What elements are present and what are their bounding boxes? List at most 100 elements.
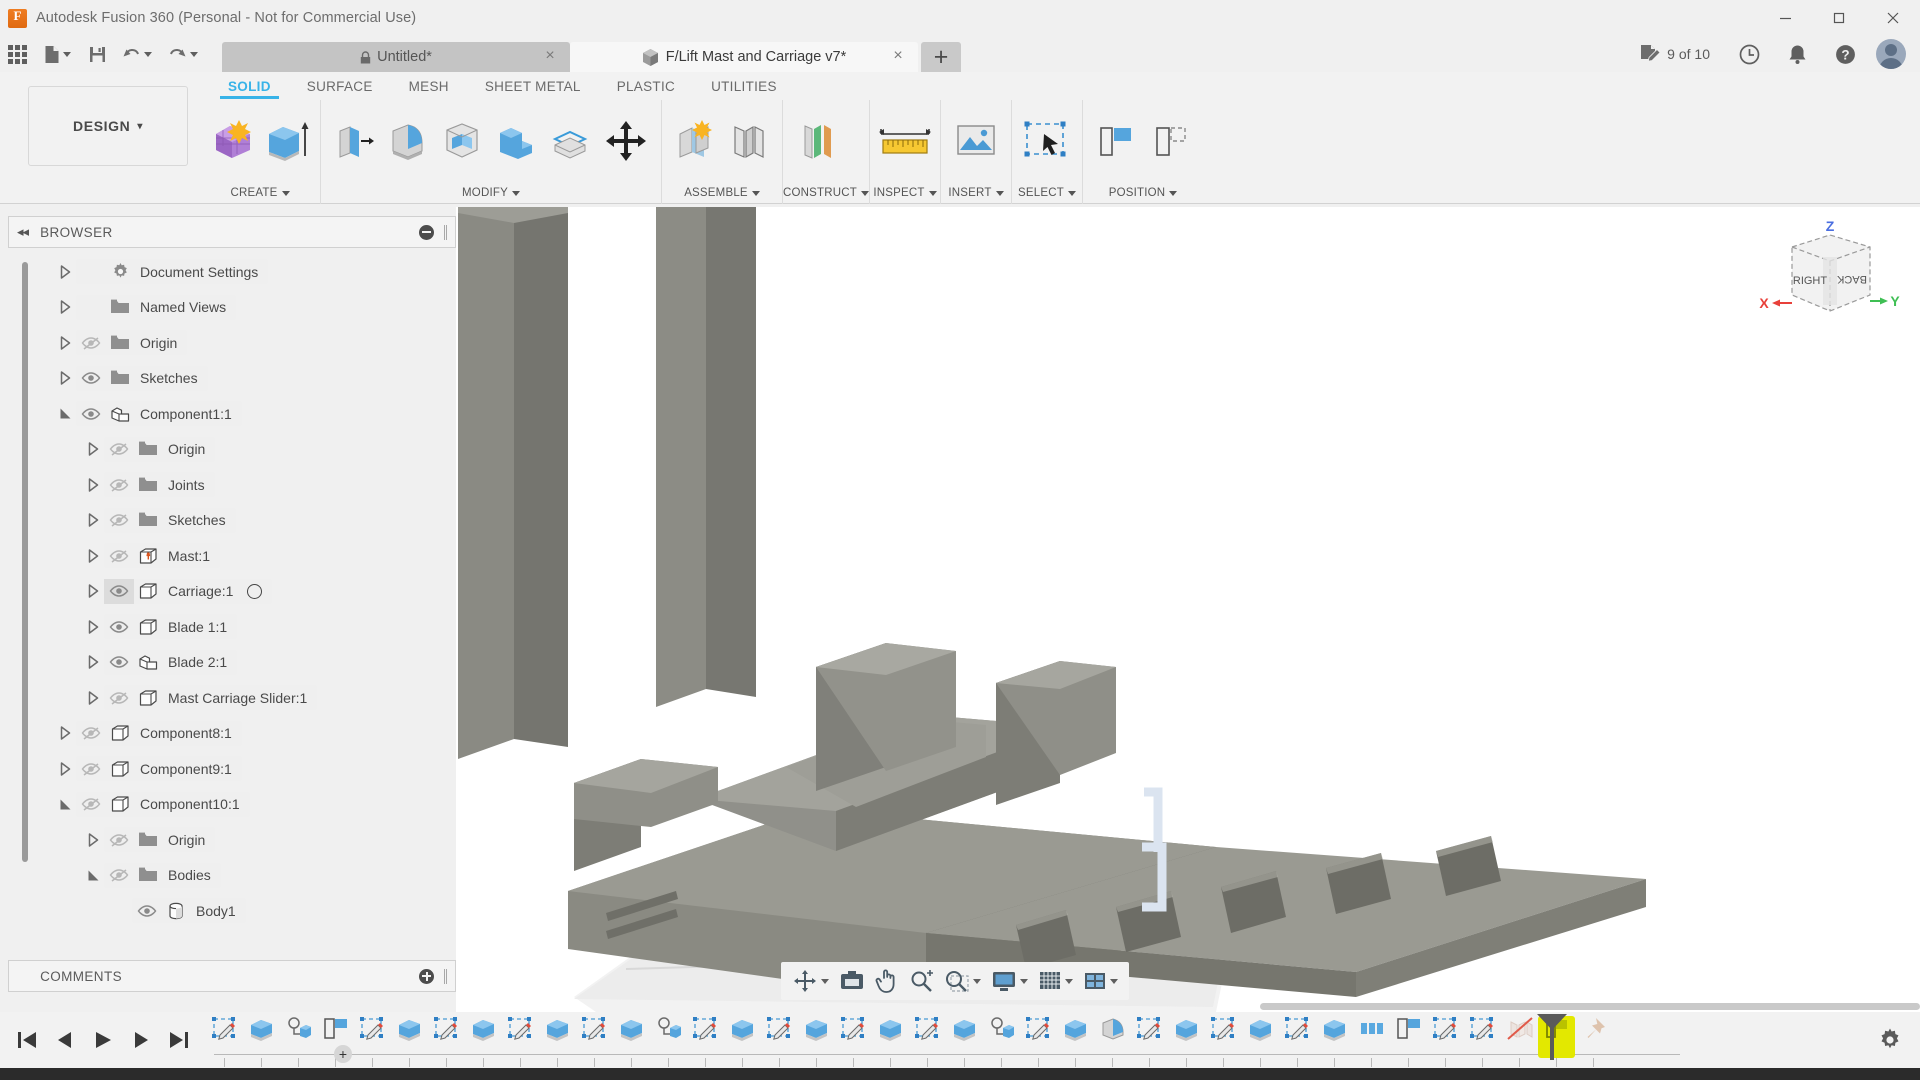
occurrence-marker-icon[interactable] bbox=[247, 584, 262, 599]
timeline-feature-32[interactable] bbox=[1390, 1016, 1427, 1058]
timeline-feature-16[interactable] bbox=[798, 1016, 835, 1058]
step-forward-icon[interactable] bbox=[122, 1020, 160, 1060]
maximize-icon[interactable] bbox=[1812, 0, 1866, 36]
tree-node-chip[interactable]: Blade 2:1 bbox=[104, 650, 237, 675]
expand-arrow-closed-icon[interactable] bbox=[82, 549, 104, 563]
tree-node-chip[interactable]: Component9:1 bbox=[76, 756, 242, 781]
close-icon[interactable]: × bbox=[542, 48, 558, 64]
eye-hidden-icon[interactable] bbox=[76, 335, 106, 351]
help-icon[interactable]: ? bbox=[1828, 38, 1862, 70]
expand-arrow-open-icon[interactable] bbox=[54, 407, 76, 420]
expand-arrow-open-icon[interactable] bbox=[54, 798, 76, 811]
eye-visible-icon[interactable] bbox=[104, 579, 134, 604]
tab-sheet-metal[interactable]: SHEET METAL bbox=[467, 72, 599, 100]
eye-hidden-icon[interactable] bbox=[104, 548, 134, 564]
display-settings-icon[interactable] bbox=[986, 964, 1033, 998]
tree-node-component10-1[interactable]: Component10:1 bbox=[8, 787, 456, 823]
document-tab-flift-mast-and-carriage[interactable]: F/Lift Mast and Carriage v7* × bbox=[570, 42, 918, 72]
tree-node-component8-1[interactable]: Component8:1 bbox=[8, 716, 456, 752]
timeline-feature-23[interactable] bbox=[1057, 1016, 1094, 1058]
tree-node-chip[interactable]: Origin bbox=[76, 330, 187, 355]
bell-icon[interactable] bbox=[1780, 38, 1814, 70]
tree-node-carriage-1[interactable]: Carriage:1 bbox=[8, 574, 456, 610]
timeline-add-marker[interactable]: + bbox=[334, 1045, 352, 1063]
expand-arrow-closed-icon[interactable] bbox=[82, 655, 104, 669]
timeline-feature-4[interactable] bbox=[354, 1016, 391, 1058]
timeline-feature-7[interactable] bbox=[465, 1016, 502, 1058]
fit-icon[interactable] bbox=[939, 964, 986, 998]
eye-hidden-icon[interactable] bbox=[104, 690, 134, 706]
tab-utilities[interactable]: UTILITIES bbox=[693, 72, 795, 100]
resize-grip-icon[interactable] bbox=[444, 969, 447, 984]
eye-hidden-icon[interactable] bbox=[76, 725, 106, 741]
eye-hidden-icon[interactable] bbox=[76, 796, 106, 812]
eye-visible-icon[interactable] bbox=[132, 903, 162, 919]
timeline-feature-18[interactable] bbox=[872, 1016, 909, 1058]
redo-icon[interactable] bbox=[160, 38, 206, 70]
tree-node-sketches[interactable]: Sketches bbox=[8, 361, 456, 397]
view-cube[interactable]: Z RIGHT BACK X Y bbox=[1752, 215, 1902, 335]
timeline-feature-19[interactable] bbox=[909, 1016, 946, 1058]
offset-plane-icon[interactable] bbox=[789, 108, 847, 174]
eye-visible-icon[interactable] bbox=[76, 370, 106, 386]
timeline-feature-13[interactable] bbox=[687, 1016, 724, 1058]
eye-visible-icon[interactable] bbox=[76, 406, 106, 422]
panel-create-label[interactable]: CREATE bbox=[200, 182, 320, 204]
tree-node-chip[interactable]: Joints bbox=[104, 472, 215, 497]
zoom-icon[interactable] bbox=[904, 964, 939, 998]
save-state-indicator[interactable]: 9 of 10 bbox=[1639, 43, 1710, 66]
timeline-feature-33[interactable] bbox=[1427, 1016, 1464, 1058]
expand-arrow-closed-icon[interactable] bbox=[54, 336, 76, 350]
timeline-feature-22[interactable] bbox=[1020, 1016, 1057, 1058]
tree-node-joints[interactable]: Joints bbox=[8, 467, 456, 503]
expand-arrow-closed-icon[interactable] bbox=[54, 762, 76, 776]
browser-scrollbar[interactable] bbox=[22, 262, 28, 862]
avatar[interactable] bbox=[1876, 39, 1906, 69]
timeline-feature-35[interactable] bbox=[1501, 1016, 1538, 1058]
document-tab-untitled[interactable]: Untitled* × bbox=[222, 42, 570, 72]
tree-node-chip[interactable]: Named Views bbox=[76, 295, 236, 320]
tree-node-chip[interactable]: Sketches bbox=[76, 366, 208, 391]
tree-node-chip[interactable]: Document Settings bbox=[76, 259, 268, 284]
clock-icon[interactable] bbox=[1732, 38, 1766, 70]
insert-canvas-icon[interactable] bbox=[947, 108, 1005, 174]
eye-hidden-icon[interactable] bbox=[104, 512, 134, 528]
gear-icon[interactable] bbox=[1860, 1027, 1920, 1053]
grid-snaps-icon[interactable] bbox=[1033, 964, 1078, 998]
timeline-feature-9[interactable] bbox=[539, 1016, 576, 1058]
tree-node-named-views[interactable]: Named Views bbox=[8, 290, 456, 326]
tab-surface[interactable]: SURFACE bbox=[289, 72, 391, 100]
shell-icon[interactable] bbox=[435, 108, 489, 174]
timeline-position-marker[interactable] bbox=[1550, 1018, 1554, 1060]
measure-icon[interactable] bbox=[876, 108, 934, 174]
select-window-icon[interactable] bbox=[1018, 108, 1076, 174]
undo-icon[interactable] bbox=[114, 38, 160, 70]
tree-node-component1-1[interactable]: Component1:1 bbox=[8, 396, 456, 432]
timeline-feature-12[interactable] bbox=[650, 1016, 687, 1058]
tab-mesh[interactable]: MESH bbox=[391, 72, 467, 100]
expand-arrow-closed-icon[interactable] bbox=[82, 442, 104, 456]
app-grid-icon[interactable] bbox=[0, 38, 34, 70]
timeline-feature-28[interactable] bbox=[1242, 1016, 1279, 1058]
model-3d-view[interactable] bbox=[456, 207, 1920, 1012]
split-face-icon[interactable] bbox=[543, 108, 597, 174]
tree-node-component9-1[interactable]: Component9:1 bbox=[8, 751, 456, 787]
expand-arrow-closed-icon[interactable] bbox=[82, 513, 104, 527]
timeline-feature-25[interactable] bbox=[1131, 1016, 1168, 1058]
timeline-feature-27[interactable] bbox=[1205, 1016, 1242, 1058]
expand-arrow-closed-icon[interactable] bbox=[82, 584, 104, 598]
new-tab-button[interactable]: + bbox=[921, 42, 961, 72]
eye-visible-icon[interactable] bbox=[104, 654, 134, 670]
timeline-feature-26[interactable] bbox=[1168, 1016, 1205, 1058]
tree-node-chip[interactable]: Origin bbox=[104, 437, 215, 462]
tree-node-chip[interactable]: Sketches bbox=[104, 508, 236, 533]
tab-solid[interactable]: SOLID bbox=[210, 72, 289, 100]
play-icon[interactable] bbox=[84, 1020, 122, 1060]
timeline-feature-14[interactable] bbox=[724, 1016, 761, 1058]
timeline-feature-5[interactable] bbox=[391, 1016, 428, 1058]
expand-arrow-closed-icon[interactable] bbox=[54, 726, 76, 740]
panel-construct-label[interactable]: CONSTRUCT bbox=[783, 182, 869, 204]
timeline-feature-30[interactable] bbox=[1316, 1016, 1353, 1058]
pan-icon[interactable] bbox=[870, 964, 904, 998]
timeline-feature-21[interactable] bbox=[983, 1016, 1020, 1058]
